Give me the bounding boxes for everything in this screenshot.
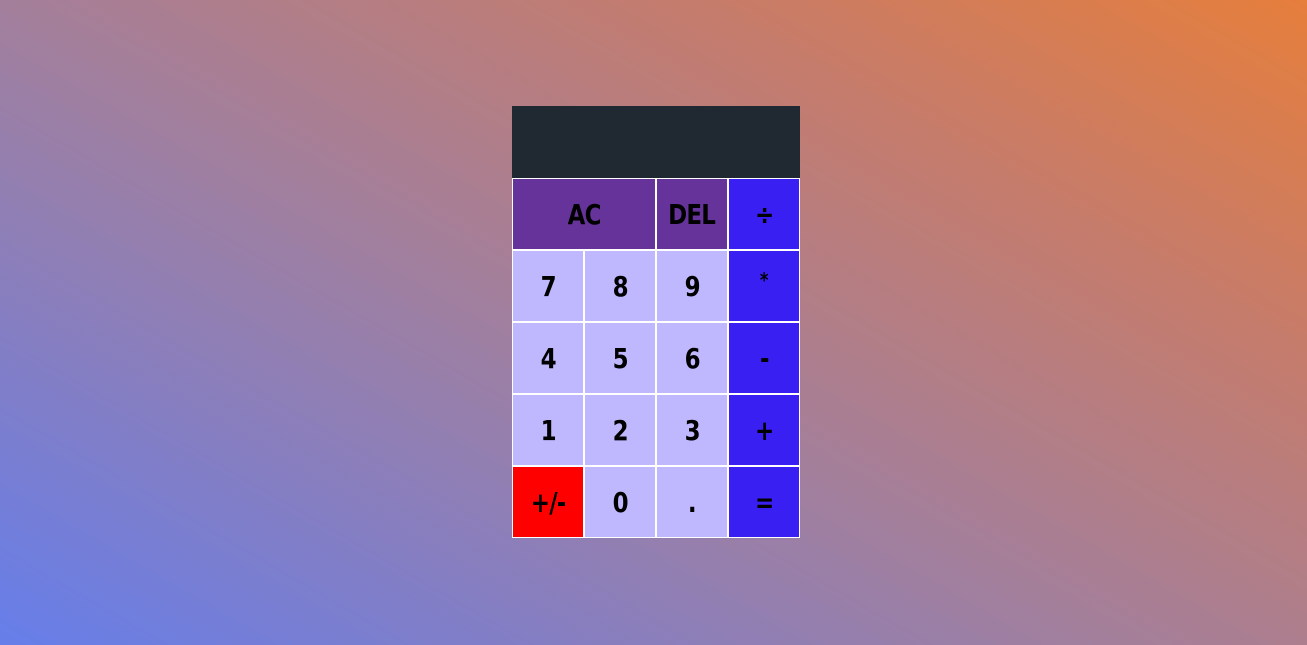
digit-1-label: 1 (540, 413, 556, 447)
digit-6-label: 6 (684, 341, 700, 375)
decimal-label: . (688, 485, 697, 519)
subtract-label: - (759, 341, 770, 375)
subtract-button[interactable]: - (728, 322, 800, 394)
digit-1-button[interactable]: 1 (512, 394, 584, 466)
negate-label: +/- (530, 485, 567, 519)
digit-5-button[interactable]: 5 (584, 322, 656, 394)
calculator: AC DEL ÷ 7 8 9 * 4 5 6 - 1 2 3 + +/- 0 .… (512, 106, 800, 538)
digit-7-button[interactable]: 7 (512, 250, 584, 322)
digit-4-label: 4 (540, 341, 556, 375)
digit-6-button[interactable]: 6 (656, 322, 728, 394)
digit-0-label: 0 (612, 485, 628, 519)
digit-9-label: 9 (684, 269, 700, 303)
add-label: + (754, 413, 774, 447)
add-button[interactable]: + (728, 394, 800, 466)
delete-label: DEL (668, 197, 717, 231)
delete-button[interactable]: DEL (656, 178, 728, 250)
negate-button[interactable]: +/- (512, 466, 584, 538)
digit-5-label: 5 (612, 341, 628, 375)
multiply-label: * (760, 268, 769, 292)
digit-8-button[interactable]: 8 (584, 250, 656, 322)
digit-7-label: 7 (540, 269, 556, 303)
digit-3-label: 3 (684, 413, 700, 447)
equals-button[interactable]: = (728, 466, 800, 538)
equals-label: = (754, 485, 774, 519)
divide-label: ÷ (754, 197, 774, 231)
multiply-button[interactable]: * (728, 250, 800, 322)
all-clear-label: AC (567, 197, 602, 231)
divide-button[interactable]: ÷ (728, 178, 800, 250)
digit-8-label: 8 (612, 269, 628, 303)
digit-2-label: 2 (612, 413, 628, 447)
digit-9-button[interactable]: 9 (656, 250, 728, 322)
digit-3-button[interactable]: 3 (656, 394, 728, 466)
digit-4-button[interactable]: 4 (512, 322, 584, 394)
decimal-button[interactable]: . (656, 466, 728, 538)
digit-2-button[interactable]: 2 (584, 394, 656, 466)
digit-0-button[interactable]: 0 (584, 466, 656, 538)
output-display (512, 106, 800, 178)
all-clear-button[interactable]: AC (512, 178, 656, 250)
